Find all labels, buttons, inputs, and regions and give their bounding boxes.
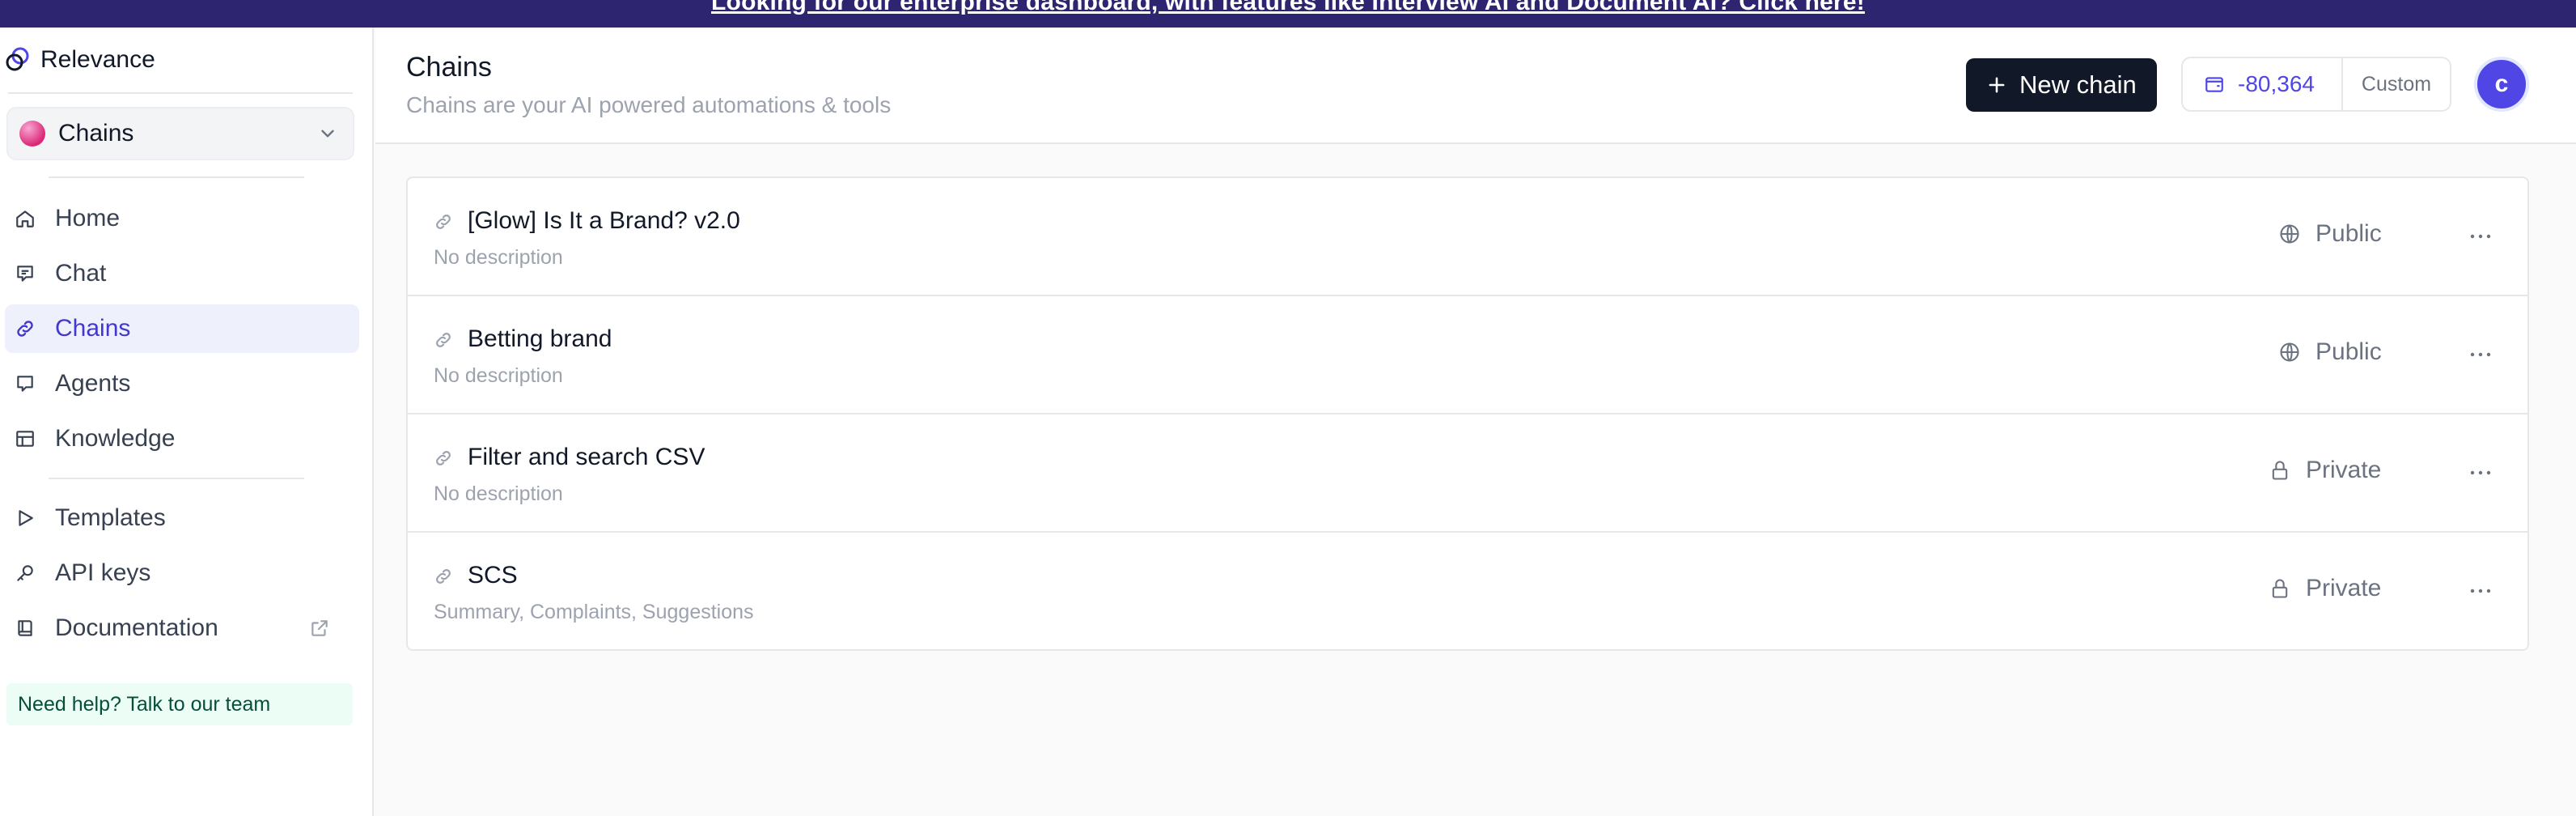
sidebar-item-label: Chains xyxy=(55,315,131,342)
wallet-icon xyxy=(2205,77,2223,92)
chain-row[interactable]: [Glow] Is It a Brand? v2.0 No descriptio… xyxy=(408,178,2527,296)
chain-row[interactable]: SCS Summary, Complaints, Suggestions Pri… xyxy=(408,533,2527,651)
plus-icon xyxy=(1989,77,2005,93)
sidebar-item-label: Agents xyxy=(55,370,131,397)
sidebar-item-api-keys[interactable]: API keys xyxy=(5,549,359,597)
chevron-down-icon xyxy=(321,130,334,138)
visibility-badge: Private xyxy=(2269,575,2381,602)
brand[interactable]: Relevance xyxy=(0,44,155,76)
chain-description: No description xyxy=(434,246,563,269)
sidebar-item-label: Documentation xyxy=(55,614,218,641)
sidebar-item-documentation[interactable]: Documentation xyxy=(5,604,359,652)
user-avatar[interactable]: c xyxy=(2474,57,2529,112)
divider xyxy=(49,478,304,479)
banner-link[interactable]: Looking for our enterprise dashboard, wi… xyxy=(0,0,2576,16)
brand-name: Relevance xyxy=(40,46,155,73)
visibility-badge: Public xyxy=(2278,220,2382,248)
globe-icon xyxy=(2280,224,2299,244)
workspace-label: Chains xyxy=(58,120,134,147)
page-subtitle: Chains are your AI powered automations &… xyxy=(406,92,892,117)
sidebar-item-templates[interactable]: Templates xyxy=(5,494,359,542)
sidebar-item-home[interactable]: Home xyxy=(5,194,359,243)
chain-description: No description xyxy=(434,364,563,387)
book-icon xyxy=(18,620,32,636)
table-icon xyxy=(16,431,34,447)
more-options-icon[interactable] xyxy=(2468,345,2493,364)
visibility-label: Private xyxy=(2306,457,2382,483)
globe-icon xyxy=(2280,342,2299,362)
divider xyxy=(49,176,304,178)
lock-icon xyxy=(2272,461,2288,480)
link-icon xyxy=(17,321,33,337)
play-icon xyxy=(19,510,33,526)
visibility-label: Public xyxy=(2315,220,2382,247)
more-options-icon[interactable] xyxy=(2468,581,2493,601)
lock-icon xyxy=(2272,579,2288,598)
chain-title: [Glow] Is It a Brand? v2.0 xyxy=(468,207,740,234)
help-link[interactable]: Need help? Talk to our team xyxy=(6,683,353,725)
visibility-label: Public xyxy=(2315,338,2382,365)
sidebar-item-label: Knowledge xyxy=(55,425,176,452)
more-options-icon[interactable] xyxy=(2468,463,2493,482)
sidebar-item-chat[interactable]: Chat xyxy=(5,249,359,298)
new-chain-button[interactable]: New chain xyxy=(1966,58,2157,112)
credits-display[interactable]: -80,364 xyxy=(2181,57,2341,112)
sidebar-item-label: API keys xyxy=(55,559,151,586)
home-icon xyxy=(16,210,34,227)
agent-icon xyxy=(17,376,33,392)
credits-value: -80,364 xyxy=(2238,71,2315,96)
visibility-badge: Private xyxy=(2269,457,2381,484)
chain-description: Summary, Complaints, Suggestions xyxy=(434,601,754,623)
chain-title: Filter and search CSV xyxy=(468,444,705,470)
relevance-logo-icon xyxy=(6,47,29,71)
chain-title: SCS xyxy=(468,562,518,589)
new-chain-label: New chain xyxy=(2019,70,2137,99)
sidebar: Relevance Chains Home Chat Chains Agents… xyxy=(0,28,374,816)
page-title: Chains xyxy=(406,52,492,83)
sidebar-item-label: Chat xyxy=(55,260,107,287)
link-icon xyxy=(436,215,451,229)
visibility-badge: Public xyxy=(2278,338,2382,366)
link-icon xyxy=(436,451,451,465)
chains-list: [Glow] Is It a Brand? v2.0 No descriptio… xyxy=(406,176,2529,651)
chat-icon xyxy=(17,266,33,282)
announcement-banner[interactable]: Looking for our enterprise dashboard, wi… xyxy=(0,0,2576,28)
sidebar-item-agents[interactable]: Agents xyxy=(5,359,359,408)
link-icon xyxy=(436,569,451,584)
visibility-label: Private xyxy=(2306,575,2382,601)
sidebar-item-label: Templates xyxy=(55,504,166,531)
sidebar-item-knowledge[interactable]: Knowledge xyxy=(5,414,359,463)
chain-row[interactable]: Betting brand No description Public xyxy=(408,296,2527,414)
chain-row[interactable]: Filter and search CSV No description Pri… xyxy=(408,414,2527,533)
plan-badge[interactable]: Custom xyxy=(2341,57,2451,112)
divider xyxy=(8,92,353,94)
sidebar-item-chains[interactable]: Chains xyxy=(5,304,359,353)
sidebar-item-label: Home xyxy=(55,205,121,232)
external-link-icon xyxy=(311,620,328,636)
more-options-icon[interactable] xyxy=(2468,227,2493,246)
chain-title: Betting brand xyxy=(468,325,612,352)
link-icon xyxy=(436,333,451,347)
key-icon xyxy=(17,565,33,581)
chain-description: No description xyxy=(434,482,563,505)
workspace-selector[interactable]: Chains xyxy=(6,107,354,160)
workspace-avatar xyxy=(19,121,45,147)
page-header: Chains Chains are your AI powered automa… xyxy=(375,28,2576,144)
